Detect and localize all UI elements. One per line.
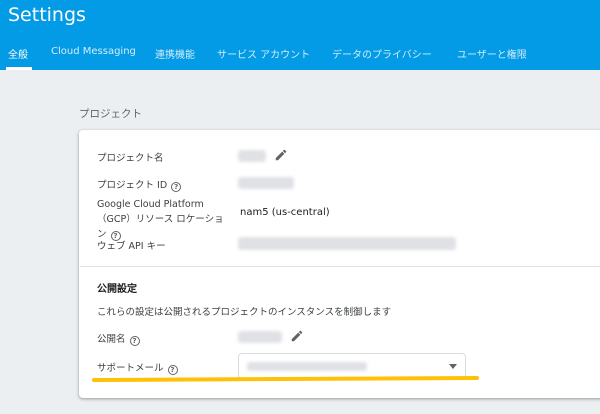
project-name-value-redacted [238, 150, 266, 162]
page-title: Settings [8, 4, 86, 26]
web-api-key-value-redacted [238, 237, 456, 250]
support-email-select[interactable] [238, 353, 466, 379]
edit-project-name-pencil-icon[interactable] [274, 148, 288, 162]
public-name-value-redacted [238, 331, 282, 343]
public-name-label-text: 公開名 [97, 334, 126, 345]
project-id-label-text: プロジェクト ID [97, 180, 168, 191]
public-name-help-icon[interactable]: ? [129, 336, 140, 346]
project-section-title: プロジェクト [79, 108, 142, 120]
tab-service-accounts[interactable]: サービス アカウント [217, 46, 310, 61]
support-email-help-icon[interactable]: ? [167, 365, 178, 375]
public-name-label: 公開名? [97, 331, 140, 346]
section-divider [80, 266, 600, 267]
tab-integrations[interactable]: 連携機能 [155, 46, 195, 61]
gcp-location-value: nam5 (us-central) [240, 207, 330, 218]
dropdown-arrow-icon [449, 364, 457, 369]
tab-users-permissions[interactable]: ユーザーと権限 [457, 46, 527, 61]
app-header: Settings 全般 Cloud Messaging 連携機能 サービス アカ… [0, 0, 600, 70]
support-email-label: サポートメール? [97, 360, 178, 375]
active-tab-indicator [6, 67, 32, 70]
support-email-label-text: サポートメール [97, 363, 164, 374]
tab-data-privacy[interactable]: データのプライバシー [332, 46, 432, 61]
project-id-value-redacted [238, 177, 294, 189]
public-settings-description: これらの設定は公開されるプロジェクトのインスタンスを制御します [97, 307, 392, 318]
project-id-help-icon[interactable]: ? [171, 182, 182, 192]
support-email-value-redacted [247, 362, 367, 371]
project-name-label: プロジェクト名 [97, 153, 164, 164]
public-settings-heading: 公開設定 [97, 284, 137, 295]
gcp-location-label: Google Cloud Platform（GCP）リソース ロケーション? [97, 197, 233, 242]
project-id-label: プロジェクト ID? [97, 177, 182, 192]
tab-cloud-messaging[interactable]: Cloud Messaging [51, 46, 136, 57]
tab-general[interactable]: 全般 [8, 46, 28, 61]
edit-public-name-pencil-icon[interactable] [290, 329, 304, 343]
web-api-key-label: ウェブ API キー [97, 241, 166, 252]
tab-bar: 全般 Cloud Messaging 連携機能 サービス アカウント データのプ… [0, 40, 600, 70]
